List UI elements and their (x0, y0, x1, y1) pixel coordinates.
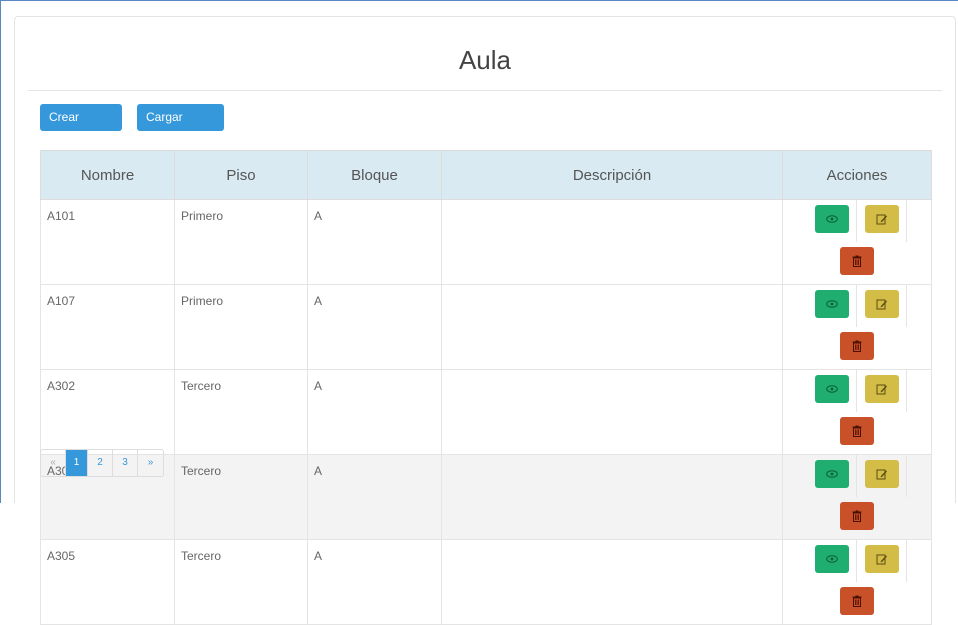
delete-button[interactable] (840, 247, 874, 275)
column-header-nombre[interactable]: Nombre (40, 150, 175, 200)
cell-piso: Primero (174, 199, 308, 285)
title-divider (28, 90, 942, 91)
cell-nombre: A101 (40, 199, 175, 285)
cell-acciones (782, 454, 932, 540)
column-header-descripcion[interactable]: Descripción (441, 150, 783, 200)
cell-bloque: A (307, 539, 442, 625)
pagination-page-2[interactable]: 2 (88, 450, 113, 476)
cell-descripcion (441, 369, 783, 455)
table-row[interactable]: A303 Tercero A (40, 454, 932, 540)
create-new-button[interactable]: Crear Nuevo (40, 104, 122, 151)
edit-button[interactable] (864, 375, 899, 403)
cell-bloque: A (307, 284, 442, 370)
pagination: « 1 2 3 » (40, 449, 164, 477)
table-row[interactable]: A302 Tercero A (40, 369, 932, 455)
cell-bloque: A (307, 369, 442, 455)
delete-button[interactable] (840, 417, 874, 445)
column-header-bloque[interactable]: Bloque (307, 150, 442, 200)
table-row[interactable]: A305 Tercero A (40, 539, 932, 625)
cell-piso: Tercero (174, 454, 308, 540)
view-button[interactable] (814, 205, 849, 233)
delete-button[interactable] (840, 587, 874, 615)
cell-nombre: A302 (40, 369, 175, 455)
cell-acciones (782, 369, 932, 455)
window-border-top (0, 0, 958, 1)
edit-button[interactable] (864, 460, 899, 488)
page-title: Aula (458, 45, 512, 75)
cell-nombre: A107 (40, 284, 175, 370)
delete-button[interactable] (840, 502, 874, 530)
window-border-left (0, 0, 1, 503)
column-header-acciones: Acciones (782, 150, 932, 200)
edit-button[interactable] (864, 545, 899, 573)
table-header-row: Nombre Piso Bloque Descripción Acciones (40, 150, 932, 200)
view-button[interactable] (814, 545, 849, 573)
table-row[interactable]: A107 Primero A (40, 284, 932, 370)
cell-piso: Tercero (174, 539, 308, 625)
cell-descripcion (441, 539, 783, 625)
pagination-page-3[interactable]: 3 (113, 450, 138, 476)
delete-button[interactable] (840, 332, 874, 360)
load-data-button[interactable]: Cargar Datos (137, 104, 224, 151)
cell-piso: Primero (174, 284, 308, 370)
pagination-next[interactable]: » (138, 450, 163, 476)
view-button[interactable] (814, 375, 849, 403)
pagination-prev[interactable]: « (41, 450, 66, 476)
cell-bloque: A (307, 199, 442, 285)
table-row[interactable]: A101 Primero A (40, 199, 932, 285)
edit-button[interactable] (864, 205, 899, 233)
view-button[interactable] (814, 460, 849, 488)
pagination-page-1[interactable]: 1 (66, 450, 88, 476)
column-header-piso[interactable]: Piso (174, 150, 308, 200)
cell-bloque: A (307, 454, 442, 540)
edit-button[interactable] (864, 290, 899, 318)
cell-acciones (782, 539, 932, 625)
cell-descripcion (441, 454, 783, 540)
cell-descripcion (441, 199, 783, 285)
view-button[interactable] (814, 290, 849, 318)
cell-nombre: A305 (40, 539, 175, 625)
aula-table: Nombre Piso Bloque Descripción Acciones … (40, 150, 932, 625)
cell-descripcion (441, 284, 783, 370)
cell-acciones (782, 284, 932, 370)
cell-piso: Tercero (174, 369, 308, 455)
cell-acciones (782, 199, 932, 285)
